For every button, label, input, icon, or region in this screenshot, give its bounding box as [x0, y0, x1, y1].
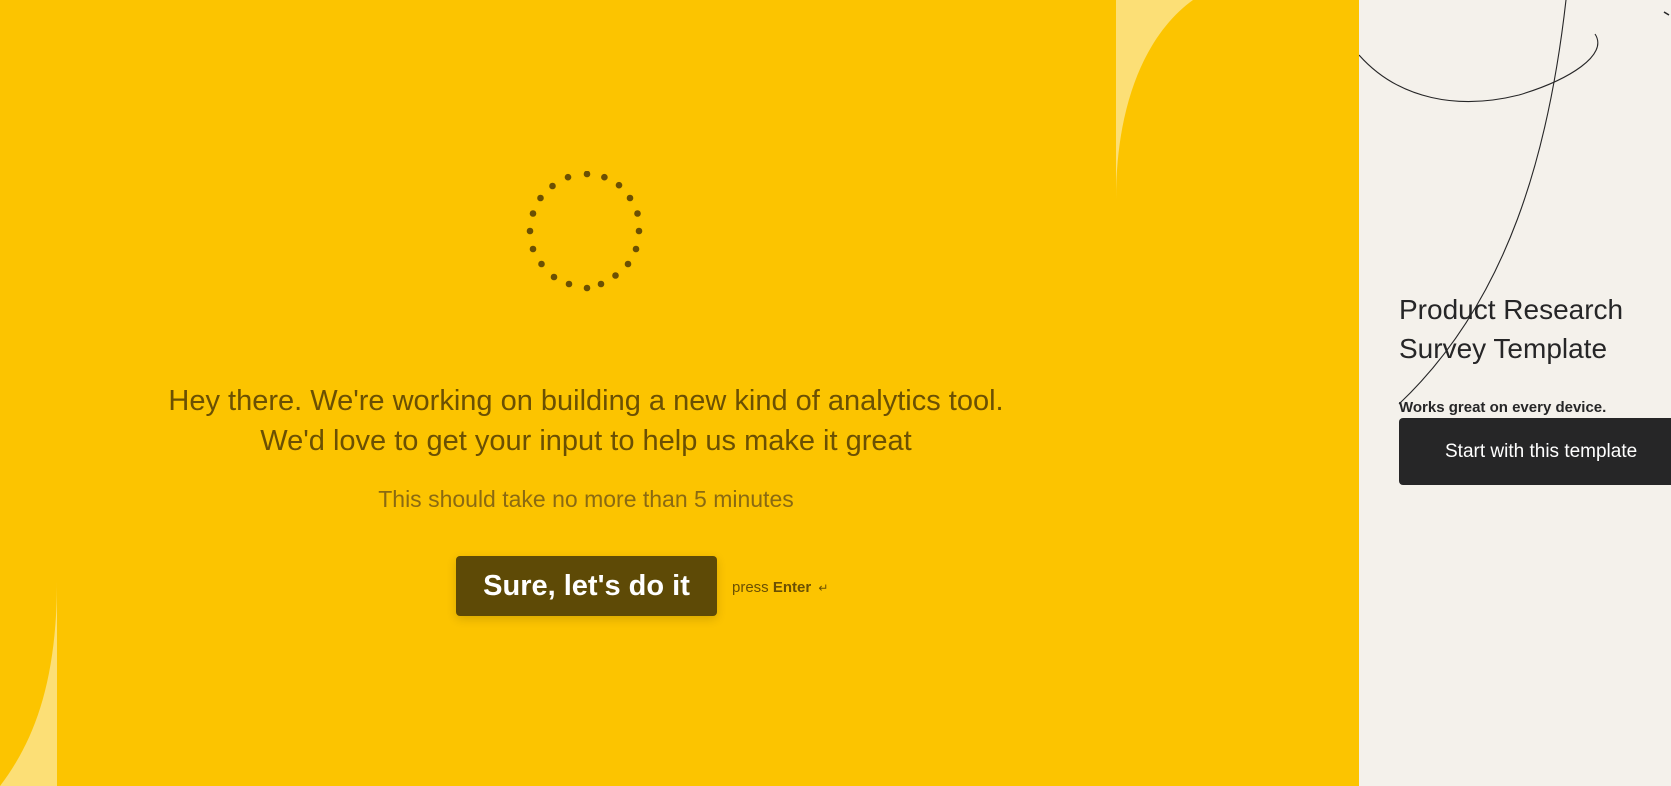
template-title: Product Research Survey Template — [1399, 290, 1669, 368]
enter-key-icon: ↵ — [818, 581, 829, 595]
welcome-headline: Hey there. We're working on building a n… — [80, 381, 1092, 461]
welcome-headline-line-2: We'd love to get your input to help us m… — [260, 425, 912, 457]
duration-note: This should take no more than 5 minutes — [378, 486, 794, 512]
keyboard-hint: press Enter ↵ — [732, 578, 828, 598]
keyboard-hint-key: Enter — [772, 579, 812, 596]
template-preview-page: Hey there. We're working on building a n… — [0, 0, 1671, 786]
line-art-decoration — [1359, 0, 1670, 405]
template-title-line-2: Survey Template — [1399, 333, 1608, 364]
template-info-panel: Product Research Survey Template Works g… — [1359, 0, 1671, 786]
template-title-line-1: Product Research — [1399, 294, 1624, 325]
welcome-headline-line-1: Hey there. We're working on building a n… — [168, 385, 1004, 417]
keyboard-hint-prefix: press — [732, 579, 769, 596]
device-compatibility-note: Works great on every device. — [1399, 399, 1607, 416]
start-with-template-button[interactable]: Start with this template — [1399, 418, 1671, 485]
start-survey-button[interactable]: Sure, let's do it — [456, 556, 717, 616]
form-preview: Hey there. We're working on building a n… — [0, 0, 1359, 786]
dotted-circle-loading-icon — [526, 171, 643, 292]
